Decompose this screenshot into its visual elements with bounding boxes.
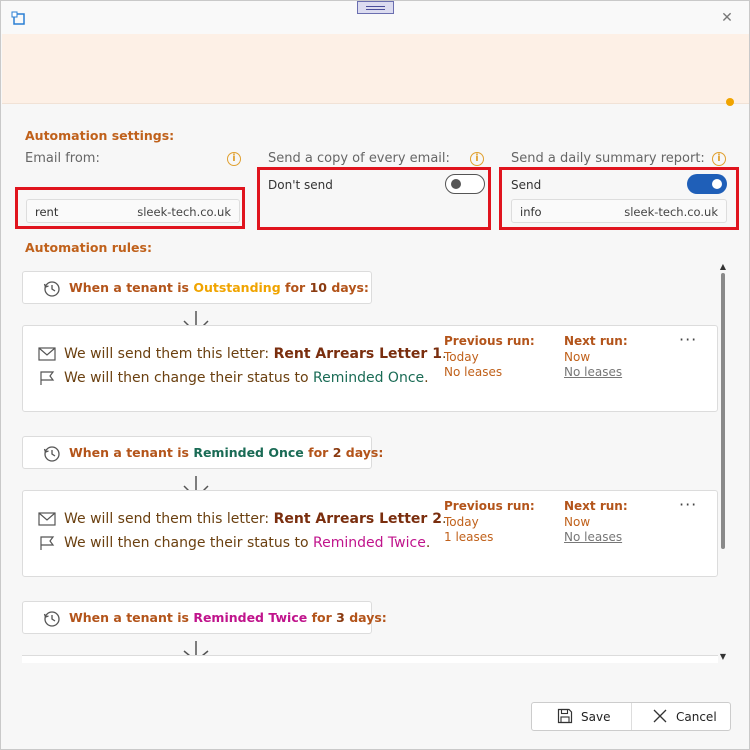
mail-icon	[38, 347, 56, 361]
previous-run-leases: 1 leases	[444, 530, 494, 544]
info-icon[interactable]: i	[712, 152, 726, 166]
next-run-when: Now	[564, 514, 591, 529]
trigger-days: 3	[336, 610, 345, 625]
save-disk-icon	[557, 708, 573, 724]
rule-card: We will send them this letter: Rent Arre…	[22, 490, 718, 577]
title-bar: ✕	[1, 1, 749, 34]
close-icon[interactable]: ✕	[717, 8, 737, 28]
rule-trigger[interactable]: When a tenant is Reminded Once for 2 day…	[22, 436, 383, 469]
history-clock-icon	[43, 446, 60, 462]
rule-letter-row: We will send them this letter: Rent Arre…	[38, 346, 446, 362]
trigger-mid: for	[311, 610, 332, 625]
letter-name[interactable]: Rent Arrears Letter 2	[274, 511, 442, 527]
info-icon[interactable]: i	[470, 152, 484, 166]
new-status: Reminded Once	[312, 370, 425, 386]
automation-rules-title: Automation rules:	[25, 240, 152, 255]
summary-report-toggle[interactable]	[687, 174, 727, 194]
email-from-label: Email from:	[25, 151, 100, 166]
save-label: Save	[581, 710, 611, 724]
scroll-up-icon[interactable]: ▲	[719, 263, 727, 271]
copy-email-toggle[interactable]	[445, 174, 485, 194]
letter-name[interactable]: Rent Arrears Letter 1	[274, 346, 442, 362]
copy-email-toggle-label: Don't send	[268, 178, 333, 192]
trigger-status: Reminded Once	[193, 445, 304, 460]
trigger-suffix: days:	[331, 280, 369, 295]
summary-report-domain: sleek-tech.co.uk	[624, 205, 718, 219]
next-run-leases-link[interactable]: No leases	[564, 530, 628, 546]
previous-run-label: Previous run:	[444, 499, 535, 513]
letter-prefix: We will send them this letter:	[64, 346, 270, 362]
dialog-window: ✕ Automation settings: Email from: i Sen…	[0, 0, 750, 750]
previous-run-label: Previous run:	[444, 334, 535, 348]
rule-trigger[interactable]: When a tenant is Outstanding for 10 days…	[22, 271, 372, 304]
trigger-status: Reminded Twice	[193, 610, 308, 625]
flag-icon	[40, 371, 55, 385]
previous-run-when: Today	[444, 349, 479, 364]
copy-email-label: Send a copy of every email:	[268, 151, 450, 166]
summary-report-toggle-label: Send	[511, 178, 542, 192]
trigger-mid: for	[285, 280, 306, 295]
trigger-days: 2	[332, 445, 342, 460]
scroll-thumb[interactable]	[721, 273, 725, 549]
automation-settings-title: Automation settings:	[25, 128, 175, 143]
rule-letter-row: We will send them this letter: Rent Arre…	[38, 511, 446, 527]
status-dot	[726, 98, 734, 106]
history-clock-icon	[43, 281, 60, 297]
next-run-label: Next run:	[564, 499, 628, 513]
history-clock-icon	[43, 611, 60, 627]
status-prefix: We will then change their status to	[64, 535, 309, 551]
drag-handle[interactable]	[357, 1, 394, 14]
more-options-icon[interactable]: ···	[679, 495, 697, 514]
footer-button-group: Save Cancel	[531, 702, 731, 731]
previous-run-when: Today	[444, 514, 479, 529]
new-status: Reminded Twice	[312, 535, 426, 551]
cancel-label: Cancel	[676, 710, 717, 724]
letter-prefix: We will send them this letter:	[64, 511, 270, 527]
summary-report-value: info	[520, 205, 542, 219]
trigger-suffix: days:	[345, 445, 384, 460]
email-from-domain: sleek-tech.co.uk	[137, 205, 231, 219]
summary-report-email-field[interactable]: info sleek-tech.co.uk	[511, 199, 727, 223]
summary-report-label: Send a daily summary report:	[511, 151, 705, 166]
trigger-prefix: When a tenant is	[69, 445, 189, 460]
email-from-value: rent	[35, 205, 59, 219]
scroll-down-icon[interactable]: ▼	[719, 653, 727, 661]
status-prefix: We will then change their status to	[64, 370, 309, 386]
cancel-button[interactable]: Cancel	[632, 703, 730, 730]
rules-scrollbar[interactable]: ▲ ▼	[719, 263, 727, 661]
trigger-days: 10	[309, 280, 327, 295]
rule-status-row: We will then change their status to Remi…	[38, 535, 430, 551]
rule-card: We will send them this letter: Rent Arre…	[22, 325, 718, 412]
mail-icon	[38, 512, 56, 526]
trigger-mid: for	[308, 445, 329, 460]
trigger-prefix: When a tenant is	[69, 610, 189, 625]
next-run: Next run: Now No leases	[564, 499, 628, 546]
info-icon[interactable]: i	[227, 152, 241, 166]
x-icon	[653, 709, 667, 723]
save-button[interactable]: Save	[532, 703, 632, 730]
rule-status-row: We will then change their status to Remi…	[38, 370, 429, 386]
trigger-status: Outstanding	[193, 280, 281, 295]
flag-icon	[40, 536, 55, 550]
app-icon	[11, 11, 25, 25]
header-banner	[2, 34, 749, 106]
next-run-label: Next run:	[564, 334, 628, 348]
previous-run-leases: No leases	[444, 365, 503, 379]
previous-run: Previous run: Today No leases	[444, 334, 535, 381]
previous-run: Previous run: Today 1 leases	[444, 499, 535, 546]
trigger-prefix: When a tenant is	[69, 280, 189, 295]
rule-card-partial	[22, 655, 718, 663]
more-options-icon[interactable]: ···	[679, 330, 697, 349]
toggle-knob	[712, 179, 722, 189]
rule-trigger[interactable]: When a tenant is Reminded Twice for 3 da…	[22, 601, 387, 634]
toggle-knob	[451, 179, 461, 189]
next-run-leases-link[interactable]: No leases	[564, 365, 628, 381]
trigger-suffix: days:	[349, 610, 387, 625]
email-from-field[interactable]: rent sleek-tech.co.uk	[26, 199, 240, 223]
next-run-when: Now	[564, 349, 591, 364]
next-run: Next run: Now No leases	[564, 334, 628, 381]
